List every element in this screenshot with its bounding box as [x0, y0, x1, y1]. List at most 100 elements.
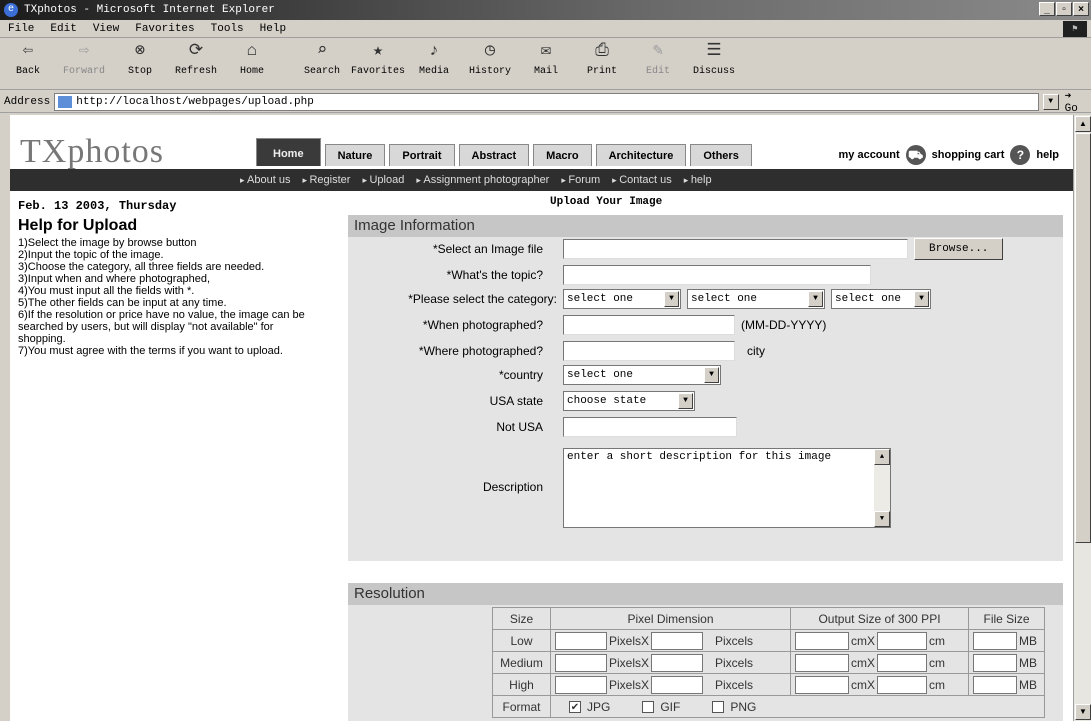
tab-abstract[interactable]: Abstract: [458, 144, 530, 166]
scroll-up-icon[interactable]: ▲: [1075, 116, 1091, 132]
png-checkbox[interactable]: [712, 700, 725, 713]
file-size-input[interactable]: [973, 675, 1017, 694]
history-button[interactable]: ◷ History: [462, 42, 518, 77]
nav-register[interactable]: Register: [302, 174, 350, 186]
help-link[interactable]: help: [1036, 149, 1059, 161]
go-button[interactable]: ➜ Go: [1065, 89, 1091, 115]
cart-icon[interactable]: ⛟: [905, 145, 926, 165]
pixel-x-input[interactable]: [555, 653, 607, 672]
usa-state-select[interactable]: choose state ▼: [563, 391, 695, 411]
chevron-down-icon: ▼: [704, 367, 719, 383]
tab-macro[interactable]: Macro: [533, 144, 592, 166]
gif-label: GIF: [660, 699, 681, 714]
pixel-x-input[interactable]: [555, 675, 607, 694]
country-select[interactable]: select one ▼: [563, 365, 721, 385]
menu-tools[interactable]: Tools: [203, 23, 252, 35]
search-label: Search: [303, 66, 340, 77]
cm-y-input[interactable]: [877, 675, 927, 694]
topic-input[interactable]: [563, 265, 871, 285]
image-information-panel: Image Information *Select an Image file …: [348, 215, 1063, 561]
city-input[interactable]: [563, 341, 735, 361]
address-dropdown-button[interactable]: ▼: [1042, 93, 1059, 110]
ie-logo-icon: e: [4, 3, 18, 17]
file-size-input[interactable]: [973, 631, 1017, 650]
mb-label: MB: [1019, 655, 1037, 670]
nav-forum[interactable]: Forum: [561, 174, 600, 186]
pixcels-label: Pixcels: [715, 677, 754, 692]
description-scrollbar[interactable]: ▲ ▼: [874, 449, 890, 527]
pixel-x-input[interactable]: [555, 631, 607, 650]
not-usa-input[interactable]: [563, 417, 737, 437]
jpg-checkbox[interactable]: ✔: [569, 700, 581, 713]
page-scrollbar[interactable]: ▲ ▼: [1073, 115, 1091, 721]
chevron-down-icon: ▼: [664, 291, 679, 307]
gif-checkbox[interactable]: [642, 700, 655, 713]
menu-edit[interactable]: Edit: [42, 23, 84, 35]
cm-y-input[interactable]: [877, 653, 927, 672]
close-button[interactable]: ×: [1073, 2, 1089, 16]
minimize-button[interactable]: _: [1039, 2, 1055, 16]
help-line: 2)Input the topic of the image.: [18, 249, 164, 261]
image-file-input[interactable]: [563, 239, 908, 259]
site-logo[interactable]: TXphotos: [20, 133, 164, 171]
search-button[interactable]: ⌕ Search: [294, 42, 350, 77]
forward-label: Forward: [62, 66, 105, 77]
file-size-input[interactable]: [973, 653, 1017, 672]
cm-y-input[interactable]: [877, 631, 927, 650]
description-textarea[interactable]: enter a short description for this image…: [563, 448, 891, 528]
tab-nature[interactable]: Nature: [324, 144, 386, 166]
favorites-button[interactable]: ★ Favorites: [350, 42, 406, 77]
nav-contact-us[interactable]: Contact us: [612, 174, 672, 186]
scroll-down-icon[interactable]: ▼: [874, 511, 890, 527]
pixel-y-input[interactable]: [651, 675, 704, 694]
output-size-header: Output Size of 300 PPI: [790, 607, 969, 630]
current-date: Feb. 13 2003, Thursday: [18, 199, 177, 213]
cm-x-input[interactable]: [795, 631, 849, 650]
discuss-button[interactable]: ☰ Discuss: [686, 42, 742, 77]
menu-view[interactable]: View: [85, 23, 127, 35]
refresh-button[interactable]: ⟳ Refresh: [168, 42, 224, 77]
home-button[interactable]: ⌂ Home: [224, 42, 280, 77]
address-input[interactable]: http://localhost/webpages/upload.php: [54, 92, 1039, 111]
shopping-cart-link[interactable]: shopping cart: [932, 149, 1005, 161]
mb-label: MB: [1019, 677, 1037, 692]
stop-button[interactable]: ⊗ Stop: [112, 42, 168, 77]
print-label: Print: [586, 66, 617, 77]
media-button[interactable]: ♪ Media: [406, 42, 462, 77]
menu-help[interactable]: Help: [252, 23, 294, 35]
tab-home[interactable]: Home: [256, 138, 321, 166]
when-input[interactable]: [563, 315, 735, 335]
tab-others[interactable]: Others: [690, 144, 752, 166]
help-line: 1)Select the image by browse button: [18, 237, 197, 249]
maximize-button[interactable]: ▫: [1056, 2, 1072, 16]
print-button[interactable]: ⎙ Print: [574, 42, 630, 77]
nav-about-us[interactable]: About us: [240, 174, 290, 186]
scroll-down-icon[interactable]: ▼: [1075, 704, 1091, 720]
help-panel: Help for Upload 1)Select the image by br…: [18, 217, 308, 357]
history-icon: ◷: [484, 42, 496, 61]
cm-x-input[interactable]: [795, 675, 849, 694]
browse-button[interactable]: Browse...: [914, 238, 1004, 260]
category-select-1[interactable]: select one ▼: [563, 289, 681, 309]
scroll-up-icon[interactable]: ▲: [874, 449, 890, 465]
help-icon[interactable]: ?: [1010, 145, 1031, 165]
nav-help[interactable]: help: [684, 174, 712, 186]
nav-upload[interactable]: Upload: [362, 174, 404, 186]
pixel-y-input[interactable]: [651, 653, 704, 672]
tab-architecture[interactable]: Architecture: [595, 144, 687, 166]
scroll-thumb[interactable]: [1075, 133, 1091, 543]
help-title: Help for Upload: [18, 217, 138, 234]
my-account-link[interactable]: my account: [839, 149, 900, 161]
menu-favorites[interactable]: Favorites: [127, 23, 202, 35]
category-select-3[interactable]: select one ▼: [831, 289, 931, 309]
search-icon: ⌕: [316, 42, 328, 61]
tab-portrait[interactable]: Portrait: [389, 144, 455, 166]
mail-button[interactable]: ✉ Mail: [518, 42, 574, 77]
menu-bar: File Edit View Favorites Tools Help ⚑: [0, 20, 1091, 38]
category-select-2[interactable]: select one ▼: [687, 289, 825, 309]
menu-file[interactable]: File: [0, 23, 42, 35]
back-button[interactable]: ⇦ Back: [0, 42, 56, 77]
nav-assignment-photographer[interactable]: Assignment photographer: [416, 174, 549, 186]
cm-x-input[interactable]: [795, 653, 849, 672]
pixel-y-input[interactable]: [651, 631, 704, 650]
